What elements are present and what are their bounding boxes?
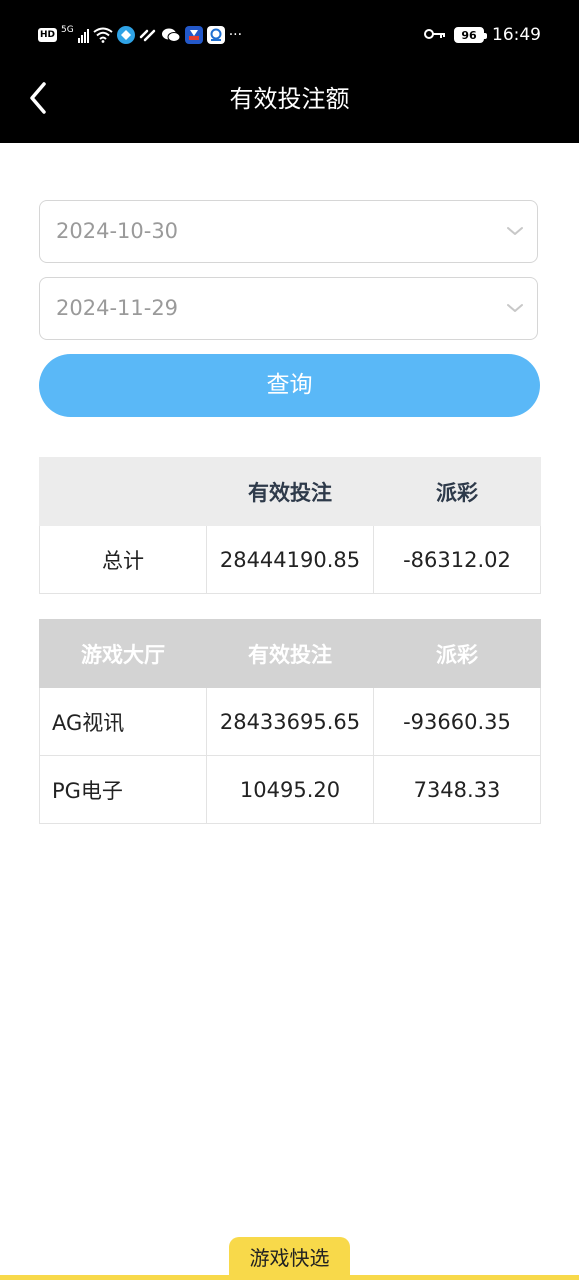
chevron-down-icon <box>507 227 523 235</box>
app-icon-link <box>139 25 157 45</box>
status-bar: HD 5G ··· 96 16:49 <box>0 0 579 70</box>
wechat-icon <box>161 25 181 45</box>
bottom-accent-line <box>0 1275 579 1280</box>
app-icon-blue-circle <box>116 26 135 44</box>
detail-header-valid-bet: 有效投注 <box>206 619 374 688</box>
total-payout: -86312.02 <box>373 525 541 594</box>
status-icons-left: HD 5G ··· <box>38 24 242 46</box>
network-label: 5G <box>61 25 74 35</box>
table-row: 总计 28444190.85 -86312.02 <box>39 525 541 594</box>
clock: 16:49 <box>492 25 541 45</box>
wifi-icon <box>93 25 113 45</box>
game-quick-select-button[interactable]: 游戏快选 <box>229 1237 350 1280</box>
detail-header-payout: 派彩 <box>373 619 541 688</box>
lobby-name: PG电子 <box>39 755 207 824</box>
battery-indicator: 96 <box>454 27 487 43</box>
lobby-payout: -93660.35 <box>373 687 541 756</box>
detail-table-header: 游戏大厅 有效投注 派彩 <box>39 619 541 688</box>
app-icon-red <box>184 26 203 44</box>
lobby-payout: 7348.33 <box>373 755 541 824</box>
end-date-value: 2024-11-29 <box>56 296 179 320</box>
summary-table: 有效投注 派彩 总计 28444190.85 -86312.02 <box>39 457 541 594</box>
hd-badge: HD <box>38 28 58 42</box>
lobby-name: AG视讯 <box>39 687 207 756</box>
start-date-value: 2024-10-30 <box>56 219 179 243</box>
table-row: PG电子 10495.20 7348.33 <box>39 755 541 824</box>
page-title: 有效投注额 <box>229 85 350 113</box>
summary-header-empty <box>39 457 207 526</box>
start-date-select[interactable]: 2024-10-30 <box>39 200 538 263</box>
table-row: AG视讯 28433695.65 -93660.35 <box>39 687 541 756</box>
chevron-down-icon <box>507 304 523 312</box>
nav-bar: 有效投注额 <box>0 70 579 143</box>
total-valid-bet: 28444190.85 <box>206 525 374 594</box>
more-notifications-icon: ··· <box>228 27 243 43</box>
end-date-select[interactable]: 2024-11-29 <box>39 277 538 340</box>
detail-table: 游戏大厅 有效投注 派彩 AG视讯 28433695.65 -93660.35 … <box>39 619 541 824</box>
query-button[interactable]: 查询 <box>39 354 540 417</box>
detail-header-lobby: 游戏大厅 <box>39 619 207 688</box>
app-icon-blue-square <box>206 26 225 44</box>
summary-header-valid-bet: 有效投注 <box>206 457 374 526</box>
lobby-valid-bet: 10495.20 <box>206 755 374 824</box>
signal-icon <box>77 27 89 43</box>
summary-table-header: 有效投注 派彩 <box>39 457 541 526</box>
summary-header-payout: 派彩 <box>373 457 541 526</box>
lobby-valid-bet: 28433695.65 <box>206 687 374 756</box>
key-icon <box>424 25 446 45</box>
total-label: 总计 <box>39 525 207 594</box>
status-icons-right: 96 16:49 <box>424 24 541 46</box>
